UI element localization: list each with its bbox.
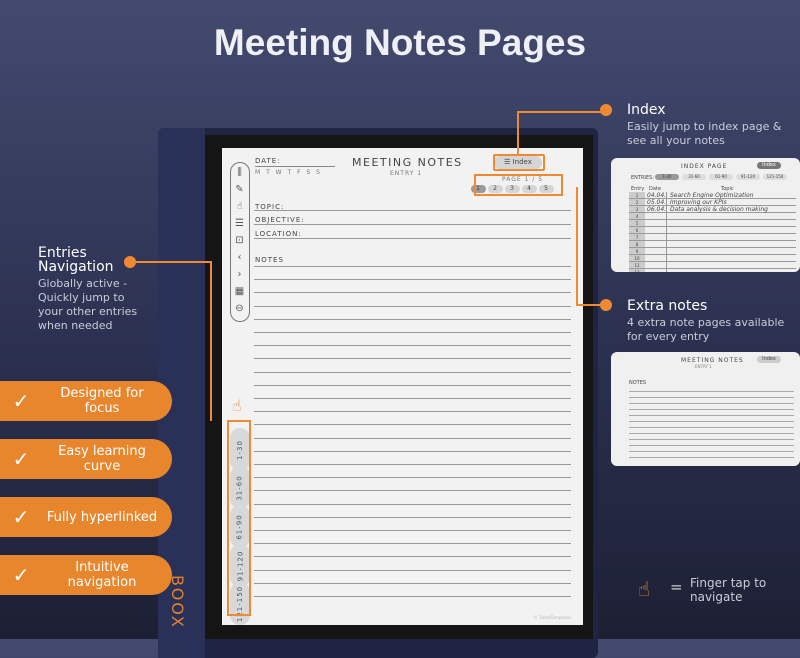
meeting-notes-page: ⫼ ✎ ☝ ☰ ⊡ ‹ › ▦ ⊖ DATE: M T W T F S S ME… [222, 148, 583, 625]
note-line [254, 582, 571, 584]
index-row[interactable]: 4 [629, 213, 796, 220]
pen-icon[interactable]: ✎ [231, 184, 249, 195]
more-icon[interactable]: ⊖ [231, 303, 249, 314]
field-line [254, 224, 571, 225]
feature-pill: ✓ Easy learning curve [0, 439, 172, 479]
index-row[interactable]: 3 06.04. Data analysis & decision making [629, 206, 796, 213]
note-line [254, 398, 571, 399]
extra-notes-callout: Extra notes 4 extra note pages available… [627, 298, 785, 343]
note-line [254, 411, 571, 413]
note-line [254, 464, 571, 465]
note-line [254, 279, 571, 281]
split-icon[interactable]: ⫼ [231, 167, 249, 178]
feature-pill: ✓ Intuitive navigation [0, 555, 172, 595]
index-row[interactable]: 11 [629, 262, 796, 269]
footer-text: Finger tap to navigate [690, 576, 767, 604]
range-tab[interactable]: 61-90 [709, 174, 733, 180]
equals-sign: = [670, 578, 683, 596]
range-tab[interactable]: 1-30 [655, 174, 679, 180]
note-line [254, 543, 571, 545]
index-row[interactable]: 9 [629, 248, 796, 255]
date-label: DATE: [255, 157, 281, 165]
hand-icon[interactable]: ☝ [231, 201, 249, 212]
index-page-thumbnail: INDEX PAGE Index ENTRIES: 1-30 31-60 61-90… [611, 158, 800, 272]
chevron-right-icon[interactable]: › [231, 269, 249, 280]
finger-tap-icon: ☝ [638, 577, 651, 601]
feature-pill: ✓ Designed for focus [0, 381, 172, 421]
toolbar: ⫼ ✎ ☝ ☰ ⊡ ‹ › ▦ ⊖ [230, 162, 250, 322]
location-field[interactable]: LOCATION: [255, 230, 302, 238]
notes-label: NOTES [255, 256, 284, 264]
note-line [254, 358, 571, 360]
index-row[interactable]: 12 [629, 269, 796, 272]
check-icon: ✓ [12, 389, 30, 413]
note-line [254, 596, 571, 597]
finger-tap-icon: ☝ [232, 396, 243, 415]
watermark: © TabletTemplates [533, 615, 571, 620]
note-line [254, 424, 571, 426]
index-row[interactable]: 10 [629, 255, 796, 262]
page-heading: MEETING NOTES [352, 156, 463, 169]
index-row[interactable]: 5 [629, 220, 796, 227]
entries-navigation-callout: Entries Navigation Globally active - Qui… [38, 245, 138, 332]
zoom-icon[interactable]: ⊡ [231, 235, 249, 246]
note-line [254, 503, 571, 505]
note-line [254, 384, 571, 386]
note-line [254, 477, 571, 479]
page-title: Meeting Notes Pages [213, 22, 587, 63]
note-line [254, 305, 571, 307]
range-tab[interactable]: 31-60 [682, 174, 706, 180]
note-line [254, 569, 571, 571]
note-line [254, 318, 571, 320]
note-line [254, 490, 571, 492]
calendar-icon[interactable]: ▦ [231, 286, 249, 297]
index-row[interactable]: 7 [629, 234, 796, 241]
list-icon[interactable]: ☰ [231, 218, 249, 229]
check-icon: ✓ [12, 505, 30, 529]
objective-field[interactable]: OBJECTIVE: [255, 216, 305, 224]
note-line [254, 437, 571, 439]
note-line [629, 452, 794, 458]
check-icon: ✓ [12, 563, 30, 587]
index-row[interactable]: 6 [629, 227, 796, 234]
note-line [254, 292, 571, 294]
extra-notes-thumbnail: MEETING NOTES ENTRY 1 Index NOTES [611, 352, 800, 466]
note-line [254, 450, 571, 452]
note-line [254, 530, 571, 531]
index-callout: Index Easily jump to index page & see al… [627, 102, 782, 147]
range-tab[interactable]: 121-150 [763, 174, 787, 180]
chevron-left-icon[interactable]: ‹ [231, 252, 249, 263]
feature-pill: ✓ Fully hyperlinked [0, 497, 172, 537]
index-row[interactable]: 8 [629, 241, 796, 248]
field-line [254, 210, 571, 211]
field-line [254, 238, 571, 239]
note-line [254, 371, 571, 373]
range-tab[interactable]: 91-120 [736, 174, 760, 180]
note-line [254, 345, 571, 347]
note-line [254, 332, 571, 333]
entry-label: ENTRY 1 [390, 170, 423, 177]
check-icon: ✓ [12, 447, 30, 471]
index-row[interactable]: 2 05.04. Improving our KPIs [629, 199, 796, 206]
note-line [254, 556, 571, 558]
note-line [254, 266, 571, 267]
weekdays[interactable]: M T W T F S S [255, 169, 321, 176]
index-row[interactable]: 1 04.04. Search Engine Optimization [629, 192, 796, 199]
note-line [254, 516, 571, 518]
